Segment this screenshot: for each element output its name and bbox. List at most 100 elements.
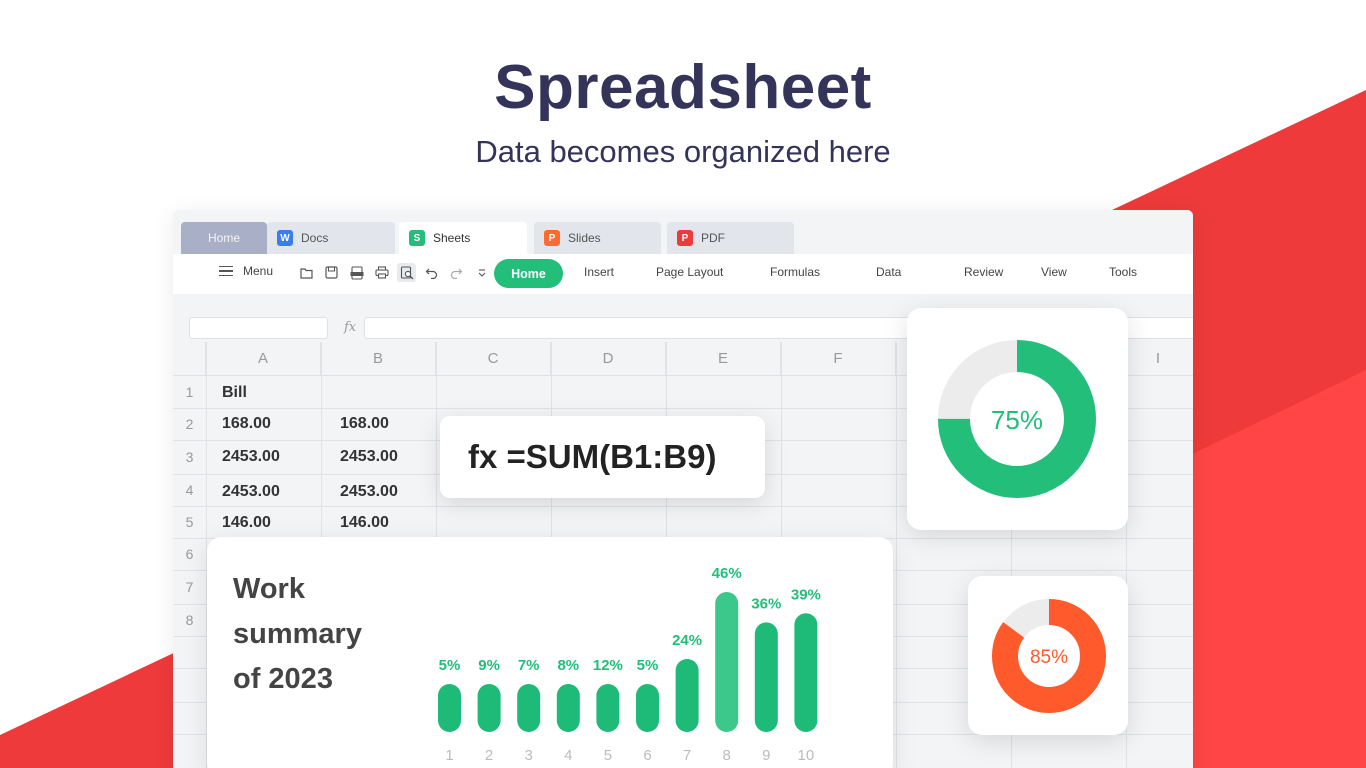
chart-data-label: 8% [557,657,579,674]
chart-x-tick-label: 2 [485,747,493,764]
redo-icon[interactable] [447,263,466,282]
cell-b2[interactable]: 168.00 [340,415,389,433]
fx-icon: fx [344,320,357,335]
work-summary-bar-chart: 5% 1 9% 2 7% 3 8% 4 12% 5 5% 6 24% 7 46% 8 36% 9 39% 10 [438,565,821,764]
chart-x-tick-label: 8 [723,747,731,764]
more-dropdown-icon[interactable] [472,263,491,282]
formula-callout: fx =SUM(B1:B9) [440,416,765,498]
chart-bar [556,684,580,732]
chart-data-label: 36% [751,595,781,612]
promo-stage: Spreadsheet Data becomes organized here … [0,0,1366,768]
cell-b5[interactable]: 146.00 [340,514,389,532]
ribbon-tab-review[interactable]: Review [964,265,1003,279]
chart-data-label: 12% [593,657,623,674]
column-header-e[interactable]: E [666,342,781,375]
tab-docs-label: Docs [301,231,329,245]
ribbon-tab-formulas[interactable]: Formulas [770,265,820,279]
tab-slides-label: Slides [568,231,601,245]
grid-line [896,342,897,768]
cell-b4[interactable]: 2453.00 [340,483,398,501]
menu-button[interactable]: Menu [219,264,273,278]
row-header-8[interactable]: 8 [173,604,206,636]
column-header-f[interactable]: F [781,342,896,375]
chart-data-label: 46% [712,565,742,582]
chart-bar [715,592,739,732]
export-pdf-icon[interactable] [347,263,366,282]
save-icon[interactable] [322,263,341,282]
tab-pdf[interactable]: P PDF [667,222,794,254]
cell-b3[interactable]: 2453.00 [340,448,398,466]
chart-x-tick-label: 7 [683,747,691,764]
tab-home[interactable]: Home [181,222,267,254]
chart-bar [517,684,541,732]
ribbon-tab-tools[interactable]: Tools [1109,265,1137,279]
donut-label: 85% [1030,647,1068,668]
donut-chart-75: 75% [938,340,1096,498]
donut-chart-85: 85% [992,599,1106,713]
row-header-6[interactable]: 6 [173,538,206,570]
tab-docs[interactable]: W Docs [267,222,395,254]
tab-slides[interactable]: P Slides [534,222,661,254]
chart-bar [754,622,778,732]
hamburger-icon [219,266,233,276]
cell-a4[interactable]: 2453.00 [222,483,280,501]
summary-title-line: Work [233,573,305,605]
donut-card-75: 75% [907,308,1128,530]
cell-a3[interactable]: 2453.00 [222,448,280,466]
row-header-2[interactable]: 2 [173,408,206,440]
row-header-5[interactable]: 5 [173,506,206,538]
corner-cell[interactable] [173,342,206,375]
app-tab-bar: Home W Docs S Sheets P Slides P PDF [173,210,1193,256]
chart-data-label: 24% [672,632,702,649]
chart-x-tick-label: 5 [604,747,612,764]
row-header-1[interactable]: 1 [173,375,206,408]
chart-bar [477,684,501,732]
ribbon-tab-page-layout[interactable]: Page Layout [656,265,723,279]
chart-bar [438,684,461,732]
cell-a5[interactable]: 146.00 [222,514,271,532]
sheets-icon: S [409,230,425,246]
toolbar: Menu Home Insert Page Layout Formulas Da… [173,254,1193,294]
row-header-7[interactable]: 7 [173,570,206,604]
ribbon-tab-insert[interactable]: Insert [584,265,614,279]
row-header-3[interactable]: 3 [173,440,206,474]
chart-bar [636,684,659,732]
tab-sheets-label: Sheets [433,231,471,245]
column-header-d[interactable]: D [551,342,666,375]
summary-title-line: summary [233,618,362,650]
donut-label: 75% [991,405,1043,435]
column-header-i[interactable]: I [1123,342,1193,375]
ribbon-tab-data[interactable]: Data [876,265,901,279]
chart-x-tick-label: 10 [798,747,815,764]
cell-a2[interactable]: 168.00 [222,415,271,433]
chart-data-label: 39% [791,586,821,603]
quick-tools [297,263,491,282]
column-header-c[interactable]: C [436,342,551,375]
undo-icon[interactable] [422,263,441,282]
chart-x-tick-label: 4 [564,747,572,764]
summary-title: Work summary of 2023 [233,567,413,702]
cell-a1[interactable]: Bill [222,384,247,402]
row-header-4[interactable]: 4 [173,474,206,506]
print-icon[interactable] [372,263,391,282]
column-header-b[interactable]: B [321,342,436,375]
chart-x-tick-label: 3 [525,747,533,764]
summary-title-line: of 2023 [233,663,333,695]
chart-bar [596,684,620,732]
chart-bar [794,613,818,732]
open-folder-icon[interactable] [297,263,316,282]
chart-data-label: 9% [478,657,500,674]
column-header-a[interactable]: A [206,342,321,375]
ribbon-tab-home[interactable]: Home [494,259,563,288]
chart-x-tick-label: 9 [762,747,770,764]
print-preview-icon[interactable] [397,263,416,282]
tab-home-label: Home [207,231,240,245]
ribbon-tab-view[interactable]: View [1041,265,1067,279]
hero-title: Spreadsheet [494,53,872,122]
menu-label: Menu [243,264,274,278]
chart-data-label: 5% [637,657,659,674]
docs-icon: W [277,230,293,246]
donut-card-85: 85% [968,576,1128,735]
name-box[interactable] [189,317,328,339]
tab-sheets[interactable]: S Sheets [399,222,527,254]
